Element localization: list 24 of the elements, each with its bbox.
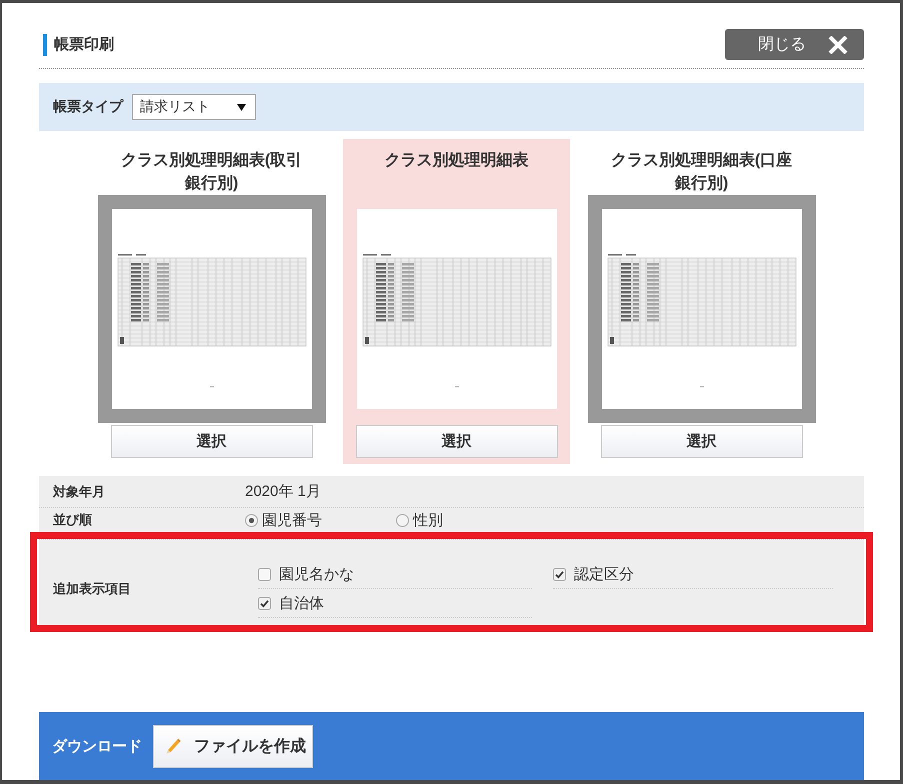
download-label: ダウンロード [52, 736, 142, 756]
caret-icon [237, 104, 246, 110]
card-title: クラス別処理明細表 [384, 150, 528, 171]
close-icon [828, 36, 848, 54]
field-label: 帳票タイプ [53, 98, 123, 116]
radio-option[interactable]: 性別 [396, 511, 547, 530]
field-label: 並び順 [52, 511, 93, 529]
checkbox-option[interactable]: 園児名かな [258, 560, 532, 589]
close-button[interactable]: 閉じる [725, 29, 864, 60]
field-value: 2020年 1月 [245, 482, 321, 501]
card-title: クラス別処理明細表(取引銀行別) [120, 150, 304, 194]
field-label: 対象年月 [52, 482, 106, 500]
radio-option[interactable]: 園児番号 [245, 511, 396, 530]
select-button[interactable]: 選択 [600, 425, 802, 458]
pencil-icon [164, 737, 182, 755]
dialog-title: 帳票印刷 [43, 34, 114, 56]
report-type-dropdown[interactable]: 請求リスト [132, 94, 256, 120]
checkbox-option[interactable]: 認定区分 [553, 560, 833, 589]
checkbox-option[interactable]: 自治体 [258, 589, 532, 618]
select-button[interactable]: 選択 [110, 425, 312, 458]
field-label: 追加表示項目 [52, 580, 132, 598]
create-file-button[interactable]: ファイルを作成 [153, 724, 313, 768]
card-title: クラス別処理明細表(口座銀行別) [610, 150, 794, 194]
select-button[interactable]: 選択 [356, 425, 558, 458]
